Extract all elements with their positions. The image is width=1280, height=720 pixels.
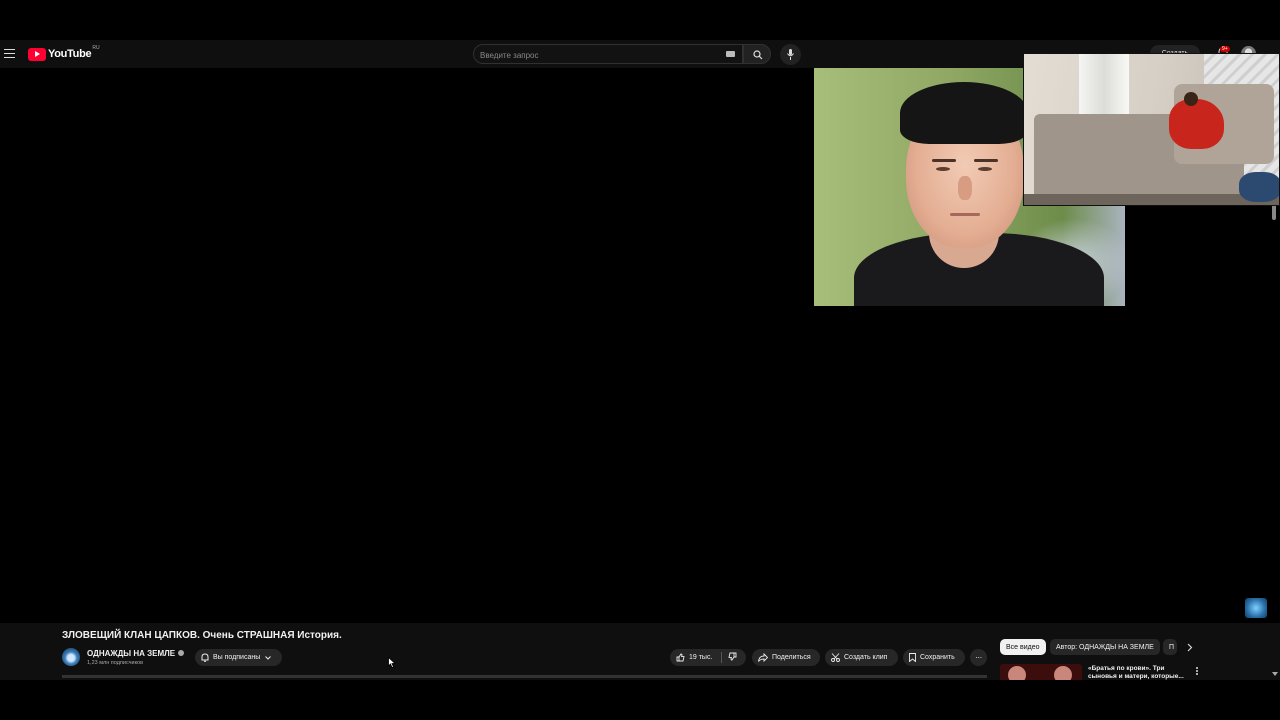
chip-label: Все видео	[1006, 643, 1040, 651]
page-scrollbar[interactable]	[1272, 204, 1276, 220]
chevron-right-icon[interactable]	[1185, 643, 1194, 652]
voice-search-button[interactable]	[780, 44, 801, 65]
chip-partial[interactable]: П	[1163, 639, 1177, 655]
scroll-down-arrow-icon[interactable]	[1272, 672, 1278, 677]
video-subject-brow	[932, 159, 956, 162]
like-divider	[721, 652, 722, 663]
like-count: 19 тыс.	[689, 654, 713, 661]
video-subject-nose	[958, 176, 972, 200]
channel-watermark[interactable]	[1245, 598, 1267, 618]
scissors-icon	[831, 653, 840, 662]
chip-label: Автор: ОДНАЖДЫ НА ЗЕМЛЕ	[1056, 643, 1154, 651]
like-button[interactable]: 19 тыс.	[670, 649, 746, 666]
menu-icon[interactable]	[4, 49, 15, 59]
logo-region: RU	[92, 45, 100, 51]
channel-avatar[interactable]	[62, 648, 80, 666]
video-subject-brow	[974, 159, 998, 162]
verified-icon	[178, 649, 185, 656]
chip-author[interactable]: Автор: ОДНАЖДЫ НА ЗЕМЛЕ	[1050, 639, 1160, 655]
picture-in-picture-window[interactable]	[1023, 53, 1280, 206]
share-label: Поделиться	[772, 654, 811, 661]
search-input[interactable]	[474, 46, 714, 65]
mouse-cursor-icon	[388, 657, 396, 668]
subscribed-button[interactable]: Вы подписаны	[195, 649, 282, 666]
bell-icon	[201, 653, 209, 662]
save-label: Сохранить	[920, 654, 955, 661]
video-title: ЗЛОВЕЩИЙ КЛАН ЦАПКОВ. Очень СТРАШНАЯ Ист…	[62, 630, 342, 641]
pip-person-head	[1184, 92, 1198, 106]
logo-text: YouTube	[48, 48, 92, 60]
progress-bar[interactable]	[62, 675, 987, 678]
youtube-logo[interactable]: YouTube RU	[28, 45, 100, 61]
microphone-icon	[787, 49, 794, 60]
video-subject-mouth	[950, 213, 980, 216]
search-box	[473, 44, 743, 65]
channel-name-row[interactable]: ОДНАЖДЫ НА ЗЕМЛЕ	[87, 649, 185, 658]
more-actions-button[interactable]: ···	[970, 649, 987, 666]
thumbnail-face	[1008, 666, 1026, 680]
bookmark-icon	[909, 653, 916, 662]
share-button[interactable]: Поделиться	[752, 649, 820, 666]
subscribed-label: Вы подписаны	[213, 654, 261, 661]
recommendation-thumbnail[interactable]	[1000, 664, 1082, 680]
more-actions-icon: ···	[975, 653, 982, 662]
pip-bag	[1239, 172, 1279, 202]
recommendation-title[interactable]: «Братья по крови». Три сыновья и матери,…	[1088, 665, 1188, 680]
thumbnail-face	[1054, 666, 1072, 680]
subscriber-count: 1,23 млн подписчиков	[87, 660, 144, 666]
clip-label: Создать клип	[844, 654, 888, 661]
search-button[interactable]	[743, 44, 771, 64]
notifications-badge: 9+	[1220, 46, 1230, 52]
thumbs-up-icon	[676, 653, 685, 662]
save-button[interactable]: Сохранить	[903, 649, 965, 666]
thumbs-down-icon[interactable]	[728, 652, 737, 661]
share-icon	[758, 653, 768, 662]
video-subject-eye	[936, 167, 950, 171]
search-icon	[753, 50, 763, 60]
video-subject-hair	[900, 82, 1028, 144]
video-subject-eye	[978, 167, 992, 171]
keyboard-icon[interactable]	[726, 51, 735, 57]
chip-all-videos[interactable]: Все видео	[1000, 639, 1046, 655]
channel-name[interactable]: ОДНАЖДЫ НА ЗЕМЛЕ	[87, 649, 175, 658]
pip-person	[1169, 99, 1224, 149]
chip-label: П	[1169, 643, 1175, 651]
chevron-down-icon	[265, 655, 272, 660]
create-clip-button[interactable]: Создать клип	[825, 649, 898, 666]
recommendation-menu-icon[interactable]	[1196, 667, 1200, 676]
play-logo-icon	[28, 47, 46, 61]
